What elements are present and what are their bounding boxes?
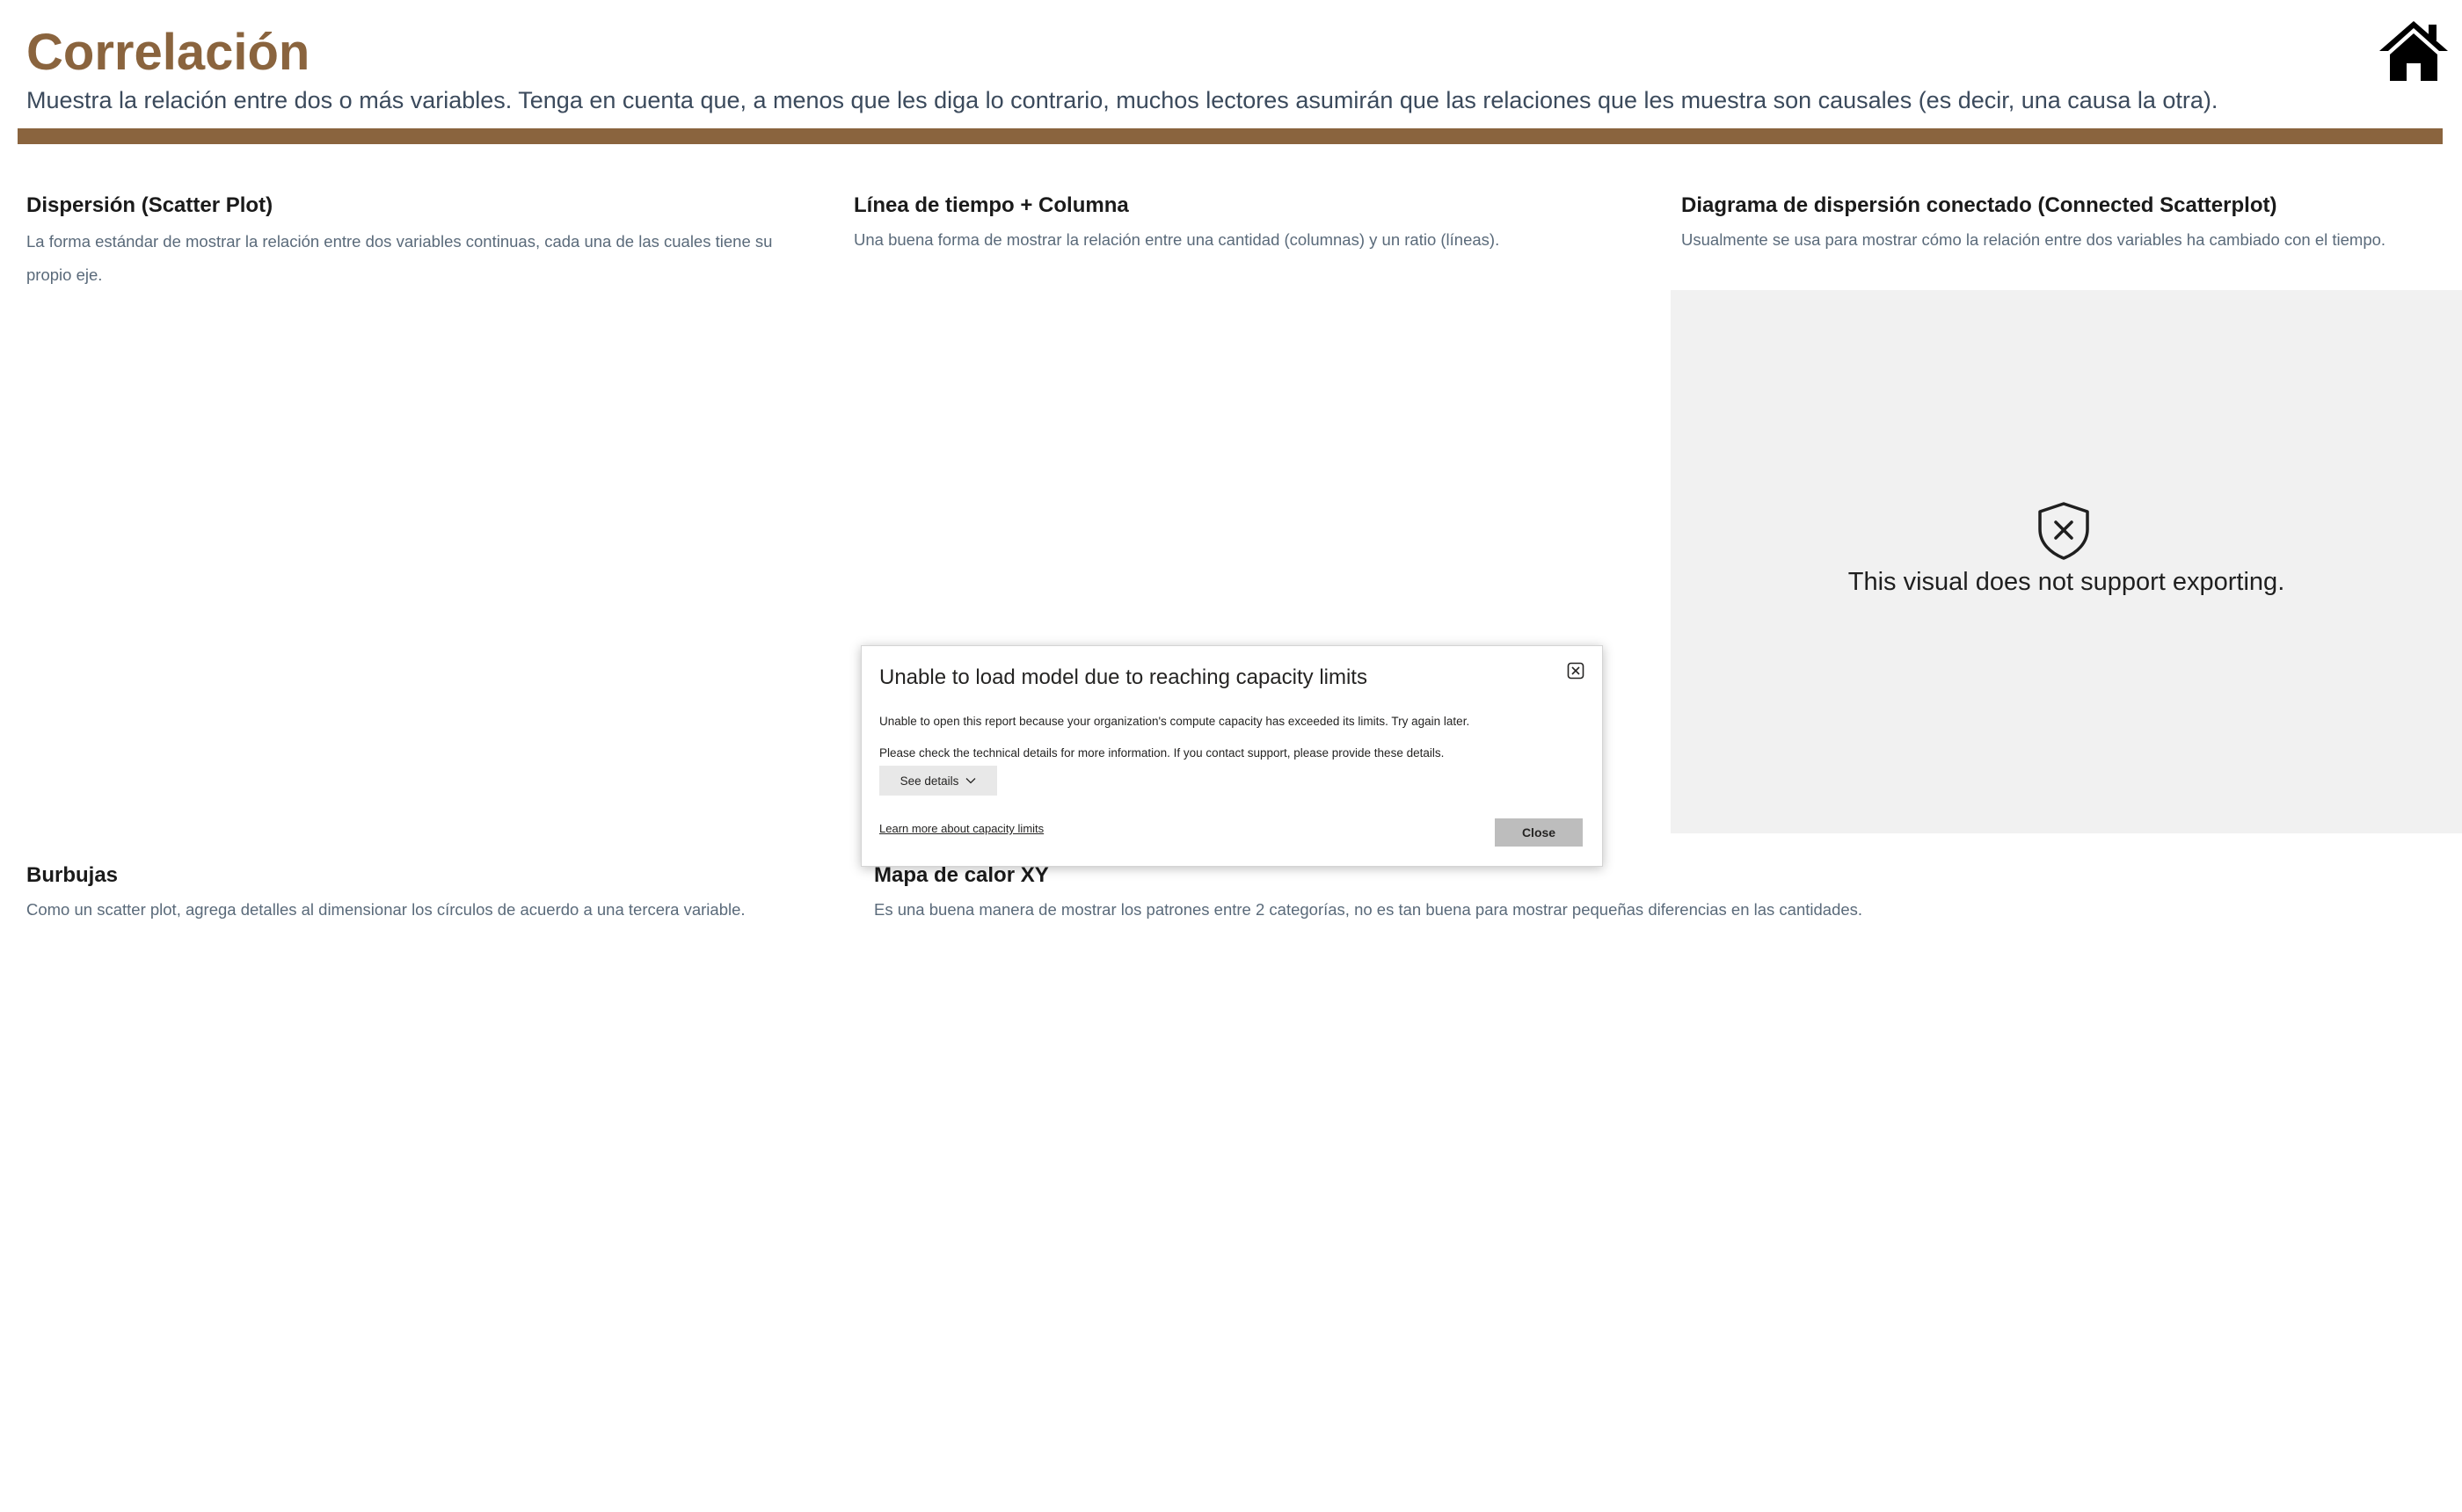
page-subtitle: Muestra la relación entre dos o más vari… [26,87,2218,113]
report-page: Correlación Muestra la relación entre do… [0,0,2462,1512]
section-title-timeline: Línea de tiempo + Columna [854,193,1129,217]
chevron-down-icon [965,778,976,784]
shield-x-icon [2038,502,2089,560]
close-icon[interactable] [1567,662,1584,680]
dialog-message: Unable to open this report because your … [879,715,1470,728]
visual-placeholder: This visual does not support exporting. [1671,290,2462,833]
learn-more-link[interactable]: Learn more about capacity limits [879,822,1044,835]
header-divider [18,128,2443,144]
see-details-button[interactable]: See details [879,766,997,796]
section-title-connected: Diagrama de dispersión conectado (Connec… [1681,193,2277,217]
page-title: Correlación [26,24,310,81]
home-icon[interactable] [2378,19,2450,83]
see-details-label: See details [900,774,959,788]
not-supported-message: This visual does not support exporting. [1847,568,2285,596]
section-desc-heatmap: Es una buena manera de mostrar los patro… [874,900,1863,919]
capacity-error-dialog: Unable to load model due to reaching cap… [861,645,1603,867]
section-title-bubbles: Burbujas [26,863,119,887]
close-button[interactable]: Close [1495,818,1583,847]
dialog-details-note: Please check the technical details for m… [879,746,1445,760]
section-desc-scatter: La forma estándar de mostrar la relación… [26,232,773,284]
dialog-title: Unable to load model due to reaching cap… [879,665,1367,689]
section-title-scatter: Dispersión (Scatter Plot) [26,193,273,217]
section-desc-timeline: Una buena forma de mostrar la relación e… [854,230,1500,249]
section-desc-connected: Usualmente se usa para mostrar cómo la r… [1681,230,2386,249]
section-desc-bubbles: Como un scatter plot, agrega detalles al… [26,900,746,919]
